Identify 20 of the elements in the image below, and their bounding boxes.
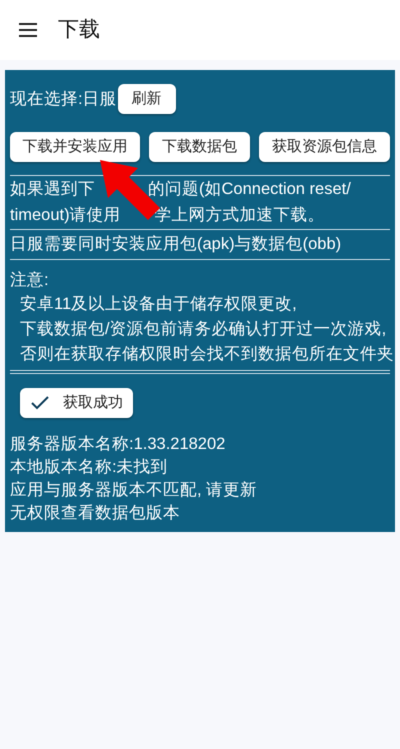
action-button[interactable]: 下载数据包 bbox=[149, 132, 250, 162]
notice-text: 下载数据包/资源包前请务必确认打开过一次游戏, bbox=[19, 319, 388, 340]
info-text: 本地版本名称:未找到 bbox=[10, 457, 169, 478]
check-icon bbox=[31, 396, 49, 410]
refresh-button[interactable]: 刷新 bbox=[118, 84, 176, 114]
menu-icon[interactable] bbox=[19, 23, 37, 37]
tip-text: 如果遇到下 bbox=[10, 178, 95, 200]
tip-text: 的问题(如Connection reset/ bbox=[148, 178, 351, 200]
status-button[interactable]: 获取成功 bbox=[20, 388, 133, 418]
requirement-text: 日服需要同时安装应用包(apk)与数据包(obb) bbox=[10, 234, 342, 255]
info-text: 应用与服务器版本不匹配, 请更新 bbox=[10, 480, 258, 501]
action-button[interactable]: 下载并安装应用 bbox=[10, 132, 140, 162]
app-bar-title: 下载 bbox=[58, 17, 100, 44]
info-text: 服务器版本名称:1.33.218202 bbox=[10, 434, 226, 455]
selection-label: 现在选择:日服 bbox=[10, 88, 117, 110]
tip-text: timeout)请使用 bbox=[10, 204, 121, 226]
info-text: 无权限查看数据包版本 bbox=[10, 503, 181, 524]
notice-text: 安卓11及以上设备由于储存权限更改, bbox=[19, 294, 298, 315]
action-button[interactable]: 获取资源包信息 bbox=[259, 132, 390, 162]
notice-heading: 注意: bbox=[10, 270, 50, 291]
